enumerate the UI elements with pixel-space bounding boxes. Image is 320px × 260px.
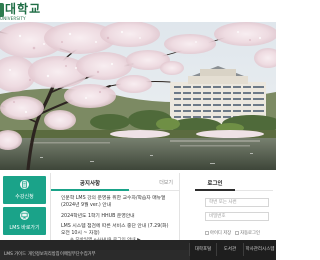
- user-id-input[interactable]: [205, 198, 269, 207]
- auto-login-checkbox[interactable]: [235, 231, 240, 235]
- document-icon: [20, 180, 29, 189]
- site-header: 대학교 UNIVERSITY: [0, 0, 276, 22]
- site-link-academic-system[interactable]: 학사관리시스템: [243, 243, 276, 256]
- login-header: 로그인: [195, 173, 273, 191]
- divider: [235, 190, 273, 191]
- notice-more-link[interactable]: 더보기: [159, 179, 173, 186]
- footer-links: LMS 가이드 개인정보처리방침 이메일무단수집거부: [0, 250, 190, 260]
- login-panel: 로그인 아이디 저장 자동로그인: [195, 173, 273, 240]
- university-emblem-icon: [0, 3, 4, 17]
- footer-link-email-policy[interactable]: 이메일무단수집거부: [60, 252, 96, 258]
- tab-login[interactable]: 로그인: [195, 179, 235, 187]
- active-tab-indicator: [51, 189, 129, 191]
- tab-notice[interactable]: 공지사항: [51, 179, 129, 187]
- quick-links: 수강신청 LMS 바로가기: [3, 176, 46, 238]
- university-logo-subtitle: UNIVERSITY: [0, 16, 26, 21]
- course-registration-label: 수강신청: [15, 194, 34, 200]
- password-input[interactable]: [205, 212, 269, 221]
- save-id-label: 아이디 저장: [210, 231, 232, 236]
- login-options: 아이디 저장 자동로그인: [205, 230, 264, 236]
- footer-link-privacy[interactable]: 개인정보처리방침: [28, 252, 60, 258]
- lms-shortcut-label: LMS 바로가기: [9, 225, 40, 231]
- notice-item[interactable]: 2024학년도 1학기 HHUB 운영안내: [61, 213, 173, 220]
- notice-item[interactable]: LMS 시스템 점검에 따른 서비스 중단 안내 (7.29(화) 오전 10시…: [61, 223, 173, 237]
- auto-login-label: 자동로그인: [240, 231, 260, 236]
- notice-panel: 공지사항 더보기 인문학 LMS 강의 운영을 위한 교수자/학습자 매뉴얼 (…: [50, 173, 180, 240]
- course-registration-button[interactable]: 수강신청: [3, 176, 46, 204]
- site-link-portal[interactable]: 대학포털: [189, 243, 216, 256]
- main-content: 수강신청 LMS 바로가기 공지사항 더보기 인문학 LMS 강의 운영을 위한…: [0, 170, 276, 243]
- notice-item[interactable]: 인문학 LMS 강의 운영을 위한 교수자/학습자 매뉴얼 (2024년 9월 …: [61, 195, 173, 209]
- save-id-checkbox[interactable]: [205, 231, 209, 235]
- notice-header: 공지사항 더보기: [51, 173, 179, 191]
- site-link-library[interactable]: 도서관: [216, 243, 243, 256]
- login-tab-indicator: [195, 189, 235, 191]
- monitor-icon: [20, 211, 29, 220]
- footer-link-lms-guide[interactable]: LMS 가이드: [4, 252, 26, 258]
- notice-list: 인문학 LMS 강의 운영을 위한 교수자/학습자 매뉴얼 (2024년 9월 …: [51, 191, 179, 237]
- campus-hero-image: [0, 22, 276, 170]
- university-logo-title[interactable]: 대학교: [5, 2, 41, 16]
- lms-shortcut-button[interactable]: LMS 바로가기: [3, 207, 46, 235]
